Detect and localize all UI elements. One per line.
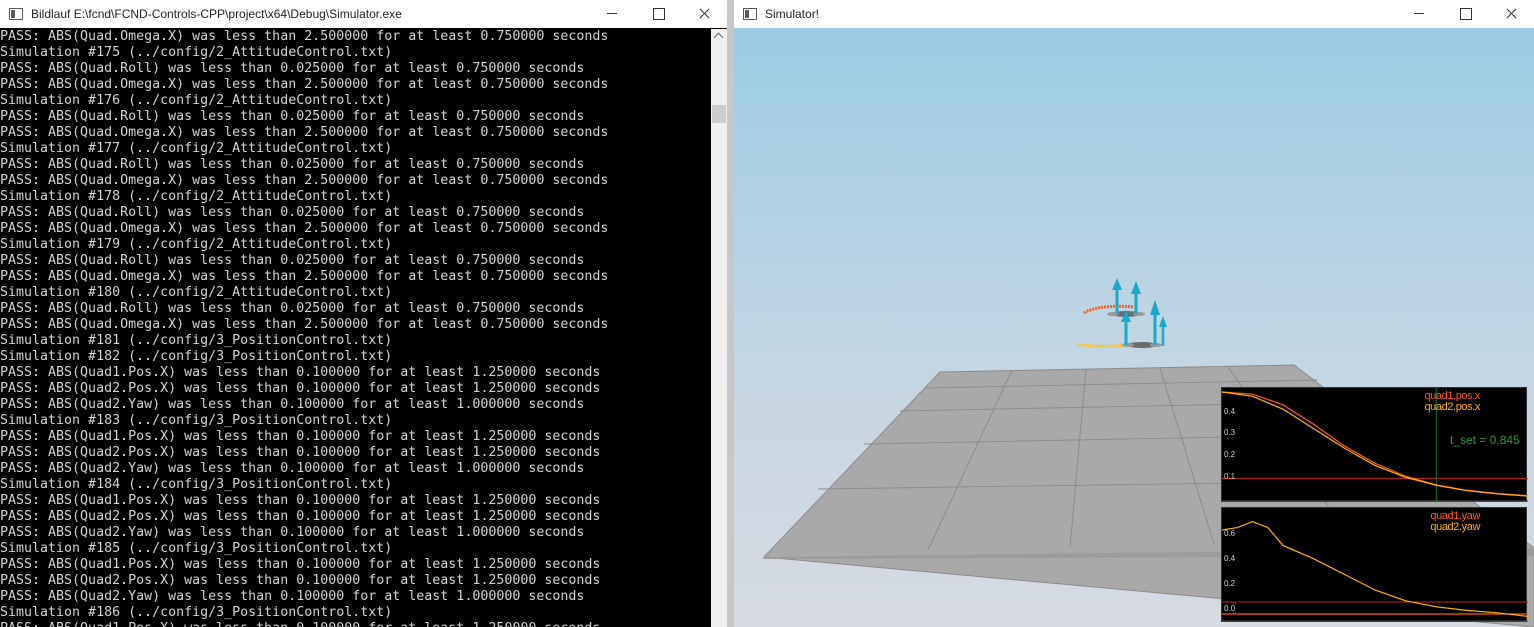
console-line: Simulation #183 (../config/3_PositionCon…: [0, 413, 393, 428]
console-line: PASS: ABS(Quad2.Yaw) was less than 0.100…: [0, 397, 585, 412]
console-line: PASS: ABS(Quad.Roll) was less than 0.025…: [0, 61, 585, 76]
console-line: PASS: ABS(Quad.Roll) was less than 0.025…: [0, 205, 585, 220]
yaw-ytick: 0.2: [1224, 579, 1236, 588]
console-line: PASS: ABS(Quad2.Pos.X) was less than 0.1…: [0, 573, 601, 588]
console-line: PASS: ABS(Quad2.Pos.X) was less than 0.1…: [0, 445, 601, 460]
legend-quad2-pos-x: quad2.pos.x: [1424, 401, 1480, 413]
simulator-minimize-icon[interactable]: [1396, 0, 1442, 28]
console-line: PASS: ABS(Quad.Roll) was less than 0.025…: [0, 253, 585, 268]
console-line: PASS: ABS(Quad.Omega.X) was less than 2.…: [0, 77, 609, 92]
console-line: PASS: ABS(Quad1.Pos.X) was less than 0.1…: [0, 365, 601, 380]
console-line: PASS: ABS(Quad.Omega.X) was less than 2.…: [0, 269, 609, 284]
simulator-maximize-icon[interactable]: [1442, 0, 1488, 28]
console-line: PASS: ABS(Quad.Omega.X) was less than 2.…: [0, 317, 609, 332]
console-line: Simulation #178 (../config/2_AttitudeCon…: [0, 189, 393, 204]
console-line: PASS: ABS(Quad.Omega.X) was less than 2.…: [0, 125, 609, 140]
console-close-icon[interactable]: [681, 0, 727, 28]
console-line: Simulation #179 (../config/2_AttitudeCon…: [0, 237, 393, 252]
console-line: PASS: ABS(Quad.Omega.X) was less than 2.…: [0, 173, 609, 188]
console-scrollbar[interactable]: [711, 29, 727, 627]
console-line: PASS: ABS(Quad.Roll) was less than 0.025…: [0, 109, 585, 124]
console-line: Simulation #182 (../config/3_PositionCon…: [0, 349, 393, 364]
yaw-plot-canvas: [1222, 520, 1528, 622]
yaw-ytick: 0.6: [1224, 529, 1236, 538]
console-line: Simulation #185 (../config/3_PositionCon…: [0, 541, 393, 556]
console-output[interactable]: PASS: ABS(Quad.Omega.X) was less than 2.…: [0, 29, 711, 627]
console-titlebar[interactable]: Bildlauf E:\fcnd\FCND-Controls-CPP\proje…: [0, 0, 727, 28]
console-line: PASS: ABS(Quad1.Pos.X) was less than 0.1…: [0, 493, 601, 508]
console-line: Simulation #181 (../config/3_PositionCon…: [0, 333, 393, 348]
console-app-icon: [9, 8, 23, 20]
simulator-window: Simulator! 0.4 0.3 0.2 0.1 quad1.pos.x q…: [734, 0, 1534, 627]
console-line: Simulation #186 (../config/3_PositionCon…: [0, 605, 393, 620]
position-ytick: 0.2: [1224, 450, 1236, 459]
position-ytick: 0.1: [1224, 472, 1236, 481]
position-plot[interactable]: 0.4 0.3 0.2 0.1 quad1.pos.x quad2.pos.x …: [1221, 387, 1528, 503]
console-line: PASS: ABS(Quad.Roll) was less than 0.025…: [0, 301, 585, 316]
console-line: PASS: ABS(Quad1.Pos.X) was less than 0.1…: [0, 429, 601, 444]
console-window: Bildlauf E:\fcnd\FCND-Controls-CPP\proje…: [0, 0, 727, 627]
simulator-titlebar[interactable]: Simulator!: [734, 0, 1534, 28]
window-divider: [727, 0, 734, 627]
console-line: PASS: ABS(Quad.Roll) was less than 0.025…: [0, 157, 585, 172]
simulator-title: Simulator!: [765, 7, 820, 21]
yaw-ytick: 0.0: [1224, 604, 1236, 613]
console-line: Simulation #180 (../config/2_AttitudeCon…: [0, 285, 393, 300]
console-line: PASS: ABS(Quad2.Yaw) was less than 0.100…: [0, 461, 585, 476]
console-line: PASS: ABS(Quad1.Pos.X) was less than 0.1…: [0, 557, 601, 572]
console-line: Simulation #176 (../config/2_AttitudeCon…: [0, 93, 393, 108]
console-line: Simulation #177 (../config/2_AttitudeCon…: [0, 141, 393, 156]
console-line: PASS: ABS(Quad1.Pos.X) was less than 0.1…: [0, 621, 711, 627]
console-line: PASS: ABS(Quad.Omega.X) was less than 2.…: [0, 221, 609, 236]
console-line: PASS: ABS(Quad2.Yaw) was less than 0.100…: [0, 525, 585, 540]
simulator-app-icon: [743, 8, 757, 20]
yaw-plot[interactable]: 0.6 0.4 0.2 0.0 quad1.yaw quad2.yaw: [1221, 507, 1528, 622]
console-line: PASS: ABS(Quad2.Pos.X) was less than 0.1…: [0, 381, 601, 396]
simulator-close-icon[interactable]: [1488, 0, 1534, 28]
simulator-viewport[interactable]: 0.4 0.3 0.2 0.1 quad1.pos.x quad2.pos.x …: [734, 28, 1534, 627]
legend-quad2-yaw: quad2.yaw: [1430, 521, 1480, 533]
scroll-thumb[interactable]: [712, 105, 726, 123]
console-title: Bildlauf E:\fcnd\FCND-Controls-CPP\proje…: [31, 7, 402, 21]
console-line: PASS: ABS(Quad.Omega.X) was less than 2.…: [0, 29, 609, 44]
console-minimize-icon[interactable]: [589, 0, 635, 28]
tset-label: t_set = 0.845: [1450, 433, 1520, 447]
console-line: Simulation #184 (../config/3_PositionCon…: [0, 477, 393, 492]
position-ytick: 0.3: [1224, 428, 1236, 437]
scroll-up-icon[interactable]: [711, 29, 727, 46]
console-line: PASS: ABS(Quad2.Pos.X) was less than 0.1…: [0, 509, 601, 524]
console-line: PASS: ABS(Quad2.Yaw) was less than 0.100…: [0, 589, 585, 604]
yaw-ytick: 0.4: [1224, 554, 1236, 563]
position-ytick: 0.4: [1224, 407, 1236, 416]
console-maximize-icon[interactable]: [635, 0, 681, 28]
console-line: Simulation #175 (../config/2_AttitudeCon…: [0, 45, 393, 60]
